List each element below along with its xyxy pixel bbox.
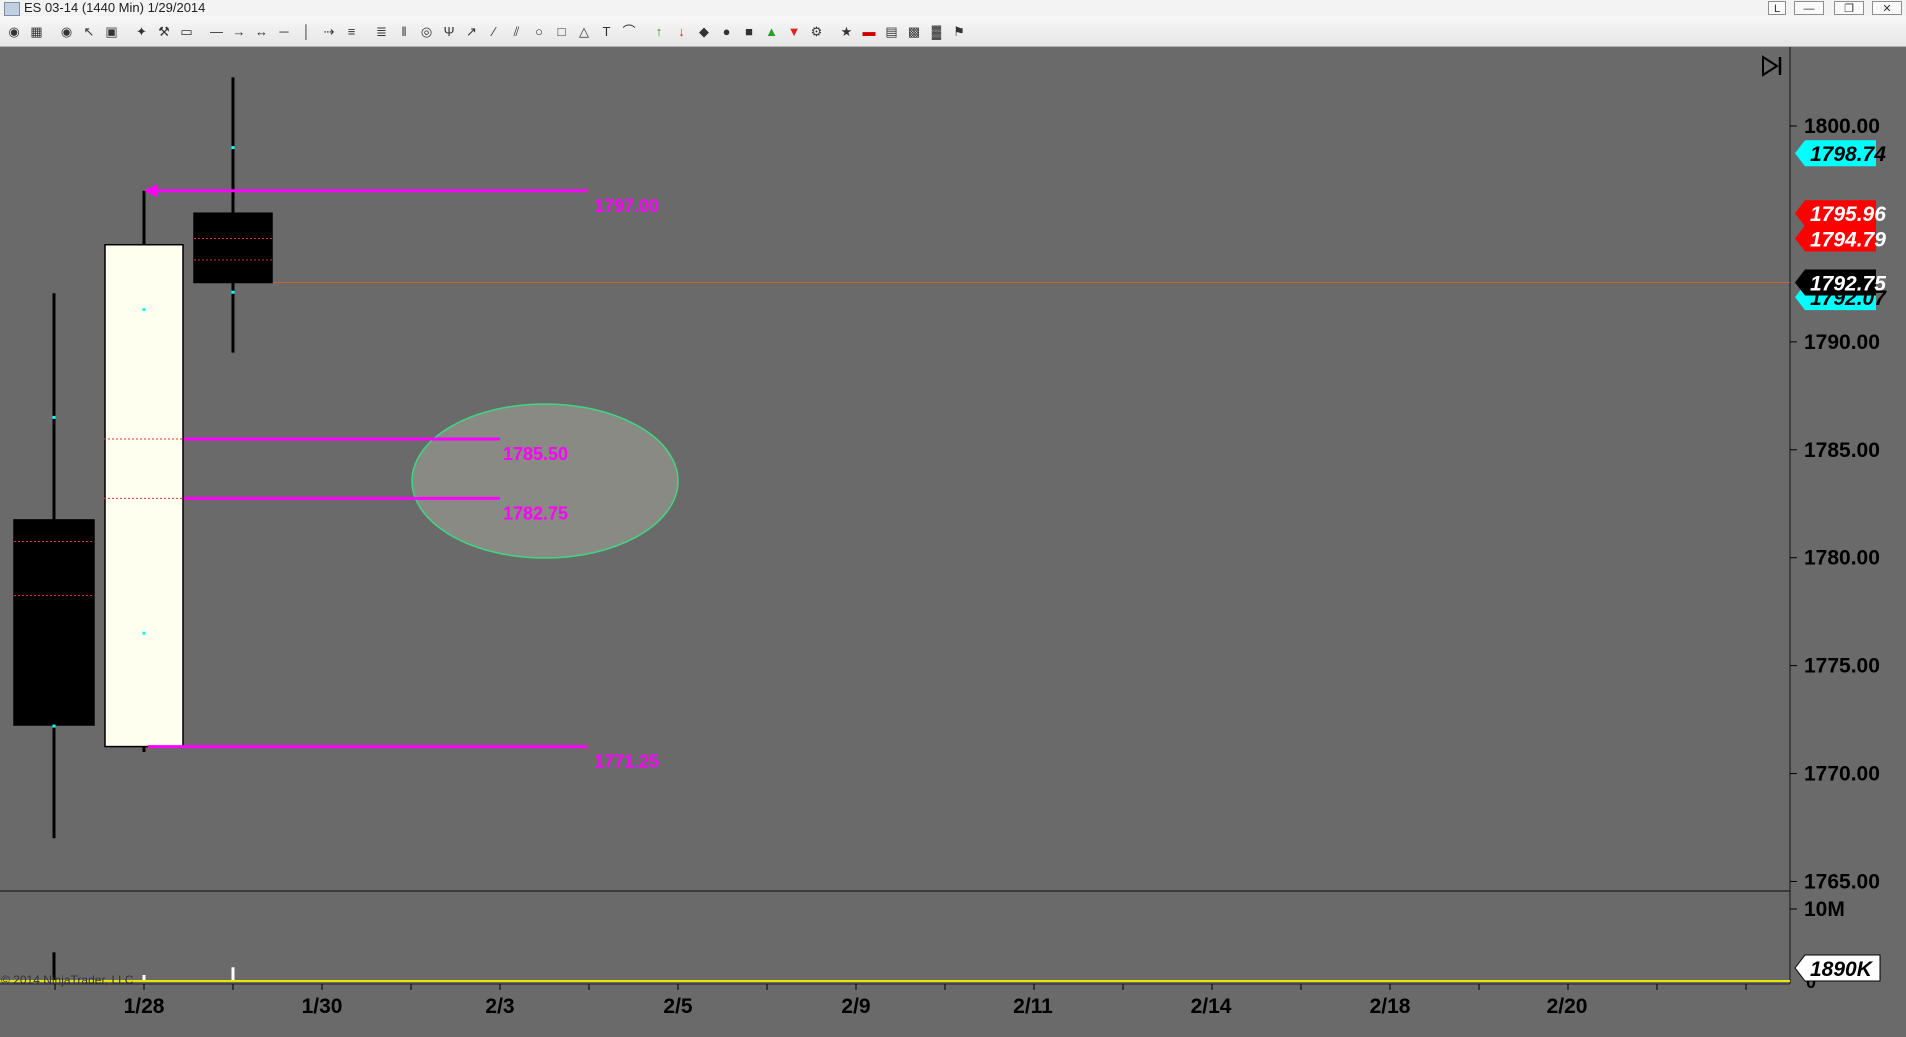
bar-type-icon-39[interactable]: ▓ — [929, 24, 945, 40]
cyan-marker-2 — [142, 307, 146, 311]
line-tool-icon-8[interactable]: — — [209, 24, 225, 40]
data-box-icon-37[interactable]: ▤ — [884, 24, 900, 40]
triangle-up-icon-32[interactable]: ▲ — [764, 24, 780, 40]
triangle-down-icon-33[interactable]: ▼ — [786, 24, 802, 40]
price-label-1770.00: 1770.00 — [1804, 763, 1880, 786]
arrow-line-icon-13[interactable]: ⇢ — [321, 24, 337, 40]
title-bar: ES 03-14 (1440 Min) 1/29/2014 L — ❐ ✕ — [0, 0, 1906, 16]
plot-area[interactable] — [0, 47, 1790, 984]
dot-icon-30[interactable]: ● — [719, 24, 735, 40]
data-series-icon-1[interactable]: ▦ — [29, 24, 45, 40]
chart-toolbar: ◉ ▦ ◉ ↖ ▣ ✦ ⚒ ▭ — → ↔ ─ │ ⇢ ≡ ≣ ‖ ◎ Ψ ↗ ∕ ⫽ ○ □ △ T ⌒ ↑ ↓ ◆ ● ■ ▲ ▼ ⚙ ★ ▬ ▤ ▩ ▓… — [0, 16, 1906, 47]
square-icon-31[interactable]: ■ — [741, 24, 757, 40]
time-label-1/28: 1/28 — [124, 995, 165, 1018]
text-icon-25[interactable]: T — [599, 24, 615, 40]
alert-icon-40[interactable]: ⚑ — [951, 24, 967, 40]
cyan-marker-3 — [142, 631, 146, 635]
level-label-1782.75: 1782.75 — [503, 503, 568, 523]
minimize-button[interactable]: — — [1794, 1, 1824, 15]
level-label-1771.25: 1771.25 — [594, 752, 659, 772]
arc-icon-26[interactable]: ⌒ — [621, 24, 637, 40]
price-label-1780.00: 1780.00 — [1804, 547, 1880, 570]
fib-circle-icon-17[interactable]: ◎ — [419, 24, 435, 40]
fib-retracement-icon-14[interactable]: ≡ — [344, 24, 360, 40]
price-marker-1794.79: 1794.79 — [1810, 228, 1886, 251]
candle-body-1/27[interactable] — [13, 519, 95, 726]
price-label-1800.00: 1800.00 — [1804, 115, 1880, 138]
maximize-button[interactable]: ❐ — [1834, 1, 1864, 15]
regression-icon-20[interactable]: ∕ — [486, 24, 502, 40]
crosshair-icon-5[interactable]: ✦ — [134, 24, 150, 40]
candle-body-1/28[interactable] — [104, 243, 184, 748]
time-label-2/9: 2/9 — [841, 995, 870, 1018]
price-marker-1795.96: 1795.96 — [1810, 203, 1886, 226]
price-label-1790.00: 1790.00 — [1804, 331, 1880, 354]
candle-body-1/29[interactable] — [193, 212, 273, 284]
time-label-2/14: 2/14 — [1191, 995, 1232, 1018]
eye-icon-2[interactable]: ◉ — [59, 24, 75, 40]
cyan-marker-4 — [231, 146, 235, 150]
chart-trader-icon-38[interactable]: ▩ — [906, 24, 922, 40]
ray-tool-icon-9[interactable]: → — [231, 24, 247, 40]
cyan-marker-1 — [52, 724, 56, 728]
fib-extension-icon-15[interactable]: ≣ — [374, 24, 390, 40]
pitchfork-icon-18[interactable]: Ψ — [441, 24, 457, 40]
gann-fan-icon-19[interactable]: ↗ — [464, 24, 480, 40]
remove-icon-36[interactable]: ▬ — [861, 24, 877, 40]
properties-icon-4[interactable]: ▣ — [104, 24, 120, 40]
window-title: ES 03-14 (1440 Min) 1/29/2014 — [24, 0, 206, 15]
arrow-up-icon-27[interactable]: ↑ — [651, 24, 667, 40]
price-marker-1798.74: 1798.74 — [1810, 143, 1886, 166]
hammer-icon-6[interactable]: ⚒ — [156, 24, 172, 40]
volume-scale-label: 10M — [1804, 898, 1845, 921]
time-label-2/18: 2/18 — [1370, 995, 1411, 1018]
highlighter-icon-7[interactable]: ▭ — [179, 24, 195, 40]
strategy-icon-34[interactable]: ⚙ — [809, 24, 825, 40]
price-label-1785.00: 1785.00 — [1804, 439, 1880, 462]
app-icon — [4, 2, 20, 16]
level-label-1797.00: 1797.00 — [594, 196, 659, 216]
time-label-2/3: 2/3 — [485, 995, 514, 1018]
vertical-line-icon-12[interactable]: │ — [299, 24, 315, 40]
arrow-down-icon-28[interactable]: ↓ — [674, 24, 690, 40]
cursor-icon-3[interactable]: ↖ — [81, 24, 97, 40]
price-chart[interactable]: 1797.00 1785.50 1782.75 1771.25 1800.00 1790.… — [0, 47, 1906, 1037]
link-button[interactable]: L — [1768, 1, 1786, 15]
cyan-marker-0 — [52, 415, 56, 419]
price-label-1765.00: 1765.00 — [1804, 870, 1880, 893]
close-button[interactable]: ✕ — [1872, 1, 1902, 15]
diamond-icon-29[interactable]: ◆ — [696, 24, 712, 40]
copyright-text: © 2014 NinjaTrader, LLC — [1, 973, 134, 987]
time-label-1/30: 1/30 — [302, 995, 343, 1018]
triangle-icon-24[interactable]: △ — [576, 24, 592, 40]
volume-marker-label: 1890K — [1810, 958, 1874, 981]
cyan-marker-5 — [231, 290, 235, 294]
level-label-1785.50: 1785.50 — [503, 444, 568, 464]
ellipse-annotation[interactable] — [411, 403, 679, 559]
trend-channel-icon-21[interactable]: ⫽ — [509, 24, 525, 40]
price-marker-1792.75: 1792.75 — [1810, 272, 1886, 295]
eye-icon-0[interactable]: ◉ — [6, 24, 22, 40]
extended-line-icon-10[interactable]: ↔ — [254, 24, 270, 40]
rectangle-icon-23[interactable]: □ — [554, 24, 570, 40]
price-label-1775.00: 1775.00 — [1804, 655, 1880, 678]
time-label-2/5: 2/5 — [663, 995, 693, 1018]
horizontal-line-icon-11[interactable]: ─ — [276, 24, 292, 40]
fib-time-icon-16[interactable]: ‖ — [396, 24, 412, 40]
ninja-icon-35[interactable]: ★ — [839, 24, 855, 40]
ellipse-icon-22[interactable]: ○ — [531, 24, 547, 40]
time-label-2/11: 2/11 — [1013, 995, 1053, 1018]
time-label-2/20: 2/20 — [1547, 995, 1588, 1018]
